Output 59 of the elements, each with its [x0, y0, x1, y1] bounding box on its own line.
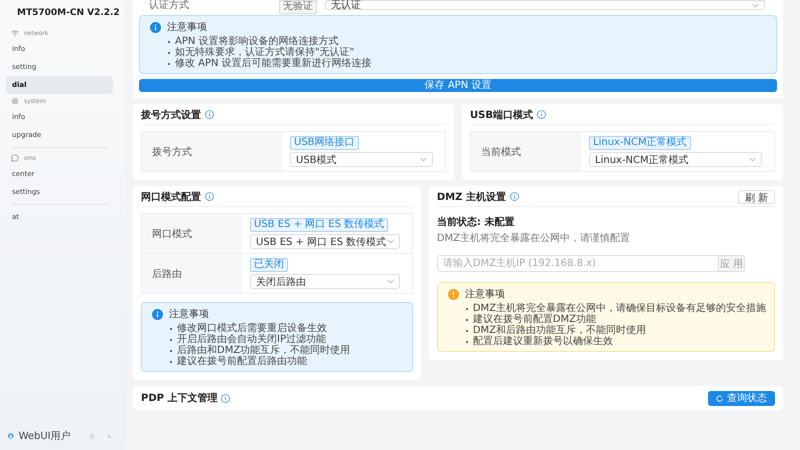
select-field[interactable]: 关闭后路由: [250, 274, 400, 289]
save-button[interactable]: 保存 APN 设置: [139, 79, 777, 92]
avatar-icon: [8, 430, 14, 442]
notice-text: 如无特殊要求，认证方式请保持"无认证": [175, 47, 354, 58]
field-label: 当前模式: [471, 132, 581, 171]
notice-text: 建议在拨号前配置后路由功能: [177, 356, 307, 367]
notice-text: 后路由和DMZ功能互斥，不能同时使用: [177, 345, 350, 356]
info-icon: [205, 110, 214, 119]
help-icon[interactable]: [90, 432, 94, 440]
select-field[interactable]: Linux-NCM正常模式: [589, 152, 762, 167]
notice-title: 注意事项: [167, 20, 207, 34]
status-tag: 已关闭: [250, 258, 288, 272]
chevron-down-icon: [752, 2, 759, 8]
notice-text: 建议在拨号前配置DMZ功能: [472, 314, 596, 325]
card-title: 拨号方式设置: [141, 108, 201, 122]
chevron-down-icon: [749, 157, 756, 162]
field-label: 拨号方式: [142, 132, 282, 171]
field-label: 网口模式: [142, 214, 242, 253]
info-icon: [152, 308, 163, 320]
status-tag: Linux-NCM正常模式: [589, 136, 691, 150]
notice-title: 注意事项: [464, 288, 505, 301]
description-text: DMZ主机将完全暴露在公网中，请谨慎配置: [436, 232, 631, 245]
info-icon: [150, 22, 161, 32]
info-icon: [510, 192, 519, 201]
chevron-down-icon: [420, 157, 427, 162]
notice-text: 修改 APN 设置后可能需要重新进行网络连接: [175, 58, 372, 69]
status-text: 当前状态: 未配置: [436, 216, 516, 229]
notice-text: 修改网口模式后需要重启设备生效: [177, 323, 327, 334]
notice-text: DMZ主机将完全暴露在公网中，请确保目标设备有足够的安全措施: [472, 303, 766, 314]
refresh-button[interactable]: 刷 新: [738, 190, 775, 204]
notice-text: APN 设置将影响设备的网络连接方式: [175, 36, 339, 47]
info-icon: [221, 394, 230, 402]
notice-text: 配置后建议重新拨号以确保生效: [472, 336, 613, 347]
status-tag: USB网络接口: [290, 136, 359, 150]
notice-text: DMZ和后路由功能互斥，不能同时使用: [472, 325, 646, 336]
select-field[interactable]: USB ES + 网口 ES 数传模式: [250, 234, 400, 249]
wifi-icon: [11, 29, 19, 37]
gear-icon: [11, 97, 19, 105]
chevron-down-icon: [386, 279, 394, 284]
field-label: 后路由: [142, 254, 242, 293]
exclamation-icon: [448, 288, 459, 300]
brand-title: MT5700M-CN V2.2.2: [17, 8, 120, 18]
status-tag: 无验证: [279, 0, 317, 14]
select-field[interactable]: USB模式: [290, 152, 433, 167]
refresh-icon: [716, 394, 723, 402]
notice-text: 开启后路由会自动关闭IP过滤功能: [177, 334, 326, 345]
card-title: 网口模式配置: [141, 190, 201, 204]
chevron-down-icon: [386, 239, 394, 244]
select-field[interactable]: 无认证: [325, 0, 765, 10]
card-title: PDP 上下文管理: [141, 392, 218, 405]
card-title: DMZ 主机设置: [436, 190, 506, 204]
chat-bubble-icon: [11, 154, 19, 162]
info-icon: [536, 110, 546, 119]
card-title: USB端口模式: [470, 108, 533, 122]
info-icon: [205, 192, 214, 201]
user-name: WebUI用户: [18, 430, 71, 443]
status-tag: USB ES + 网口 ES 数传模式: [250, 218, 388, 232]
notice-title: 注意事项: [169, 308, 209, 321]
query-button[interactable]: 查询状态: [708, 390, 775, 406]
